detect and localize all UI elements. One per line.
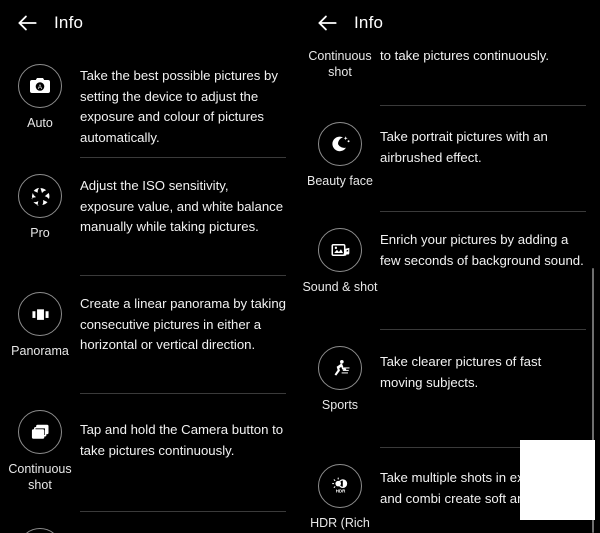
- mode-description: Create a linear panorama by taking conse…: [80, 296, 286, 352]
- mode-badge: Continuous shot: [0, 408, 80, 493]
- mode-label: Sound & shot: [302, 280, 378, 294]
- description-wrap: to take pictures continuously.: [380, 46, 600, 106]
- mode-label: Panorama: [11, 344, 69, 358]
- white-overlay-rectangle: [520, 440, 595, 520]
- mode-description: Enrich your pictures by adding a few sec…: [380, 232, 584, 268]
- svg-text:HDR: HDR: [335, 488, 345, 493]
- description-wrap: Enrich your pictures by adding a few sec…: [380, 226, 600, 330]
- list-item[interactable]: A Auto Take the best possible pictures b…: [0, 46, 300, 158]
- description-wrap: Adjust the ISO sensitivity, exposure val…: [80, 172, 300, 276]
- mode-badge: Continuous shot: [300, 46, 380, 80]
- mode-label: HDR (Rich tone): [310, 516, 370, 533]
- left-appbar: Info: [0, 0, 300, 46]
- list-item[interactable]: Sports Take clearer pictures of fast mov…: [300, 330, 600, 448]
- mode-description: to take pictures continuously.: [380, 48, 550, 63]
- mode-label: Auto: [27, 116, 53, 130]
- description-wrap: Tap and hold the Camera button to take p…: [80, 408, 300, 512]
- mode-description: Take portrait pictures with an airbrushe…: [380, 129, 548, 165]
- mode-badge: HDR HDR (Rich tone): [300, 462, 380, 533]
- description-wrap: Create a linear panorama by taking conse…: [80, 290, 300, 394]
- mode-description: Adjust the ISO sensitivity, exposure val…: [80, 178, 284, 234]
- mode-badge: Sound & shot: [300, 226, 380, 295]
- mode-label: Continuous shot: [308, 49, 372, 79]
- right-info-panel: Info Continuous shot to take pictures co…: [300, 0, 600, 533]
- list-item[interactable]: Continuous shot Tap and hold the Camera …: [0, 394, 300, 512]
- hdr-icon: HDR: [318, 464, 362, 508]
- mode-description: Take clearer pictures of fast moving sub…: [380, 354, 542, 390]
- description-wrap: Take portrait pictures with an airbrushe…: [380, 120, 600, 212]
- mode-badge: Pro: [0, 172, 80, 241]
- mode-label: Pro: [30, 226, 50, 240]
- list-item[interactable]: Take portrait pictures with an: [0, 512, 300, 533]
- aperture-icon: [18, 174, 62, 218]
- mode-badge: [0, 526, 80, 533]
- list-item[interactable]: Panorama Create a linear panorama by tak…: [0, 276, 300, 394]
- left-info-panel: Info A Auto Take the best possible pictu…: [0, 0, 300, 533]
- beauty-face-icon: [318, 122, 362, 166]
- beauty-face-icon: [18, 528, 62, 533]
- back-arrow-icon[interactable]: [314, 10, 340, 36]
- burst-shot-icon: [18, 410, 62, 454]
- mode-label: Continuous shot: [8, 462, 72, 492]
- mode-badge: Panorama: [0, 290, 80, 359]
- right-appbar: Info: [300, 0, 600, 46]
- sports-icon: [318, 346, 362, 390]
- page-title: Info: [354, 13, 384, 32]
- list-item[interactable]: Beauty face Take portrait pictures with …: [300, 106, 600, 212]
- mode-description: Tap and hold the Camera button to take p…: [80, 422, 284, 458]
- description-wrap: Take the best possible pictures by setti…: [80, 62, 300, 158]
- description-wrap: Take portrait pictures with an: [80, 526, 300, 533]
- mode-label: Sports: [321, 398, 359, 412]
- mode-badge: Beauty face: [300, 120, 380, 189]
- list-item[interactable]: Continuous shot to take pictures continu…: [300, 46, 600, 106]
- page-title: Info: [54, 13, 84, 32]
- mode-label: Beauty face: [306, 174, 373, 188]
- left-mode-list[interactable]: A Auto Take the best possible pictures b…: [0, 46, 300, 533]
- mode-description: Take portrait pictures with an: [80, 526, 286, 533]
- mode-description: Take the best possible pictures by setti…: [80, 68, 278, 145]
- list-item[interactable]: Pro Adjust the ISO sensitivity, exposure…: [0, 158, 300, 276]
- description-wrap: Take clearer pictures of fast moving sub…: [380, 344, 600, 448]
- sound-and-shot-icon: [318, 228, 362, 272]
- list-item[interactable]: Sound & shot Enrich your pictures by add…: [300, 212, 600, 330]
- back-arrow-icon[interactable]: [14, 10, 40, 36]
- camera-auto-icon: A: [18, 64, 62, 108]
- mode-badge: A Auto: [0, 62, 80, 131]
- panorama-icon: [18, 292, 62, 336]
- mode-badge: Sports: [300, 344, 380, 413]
